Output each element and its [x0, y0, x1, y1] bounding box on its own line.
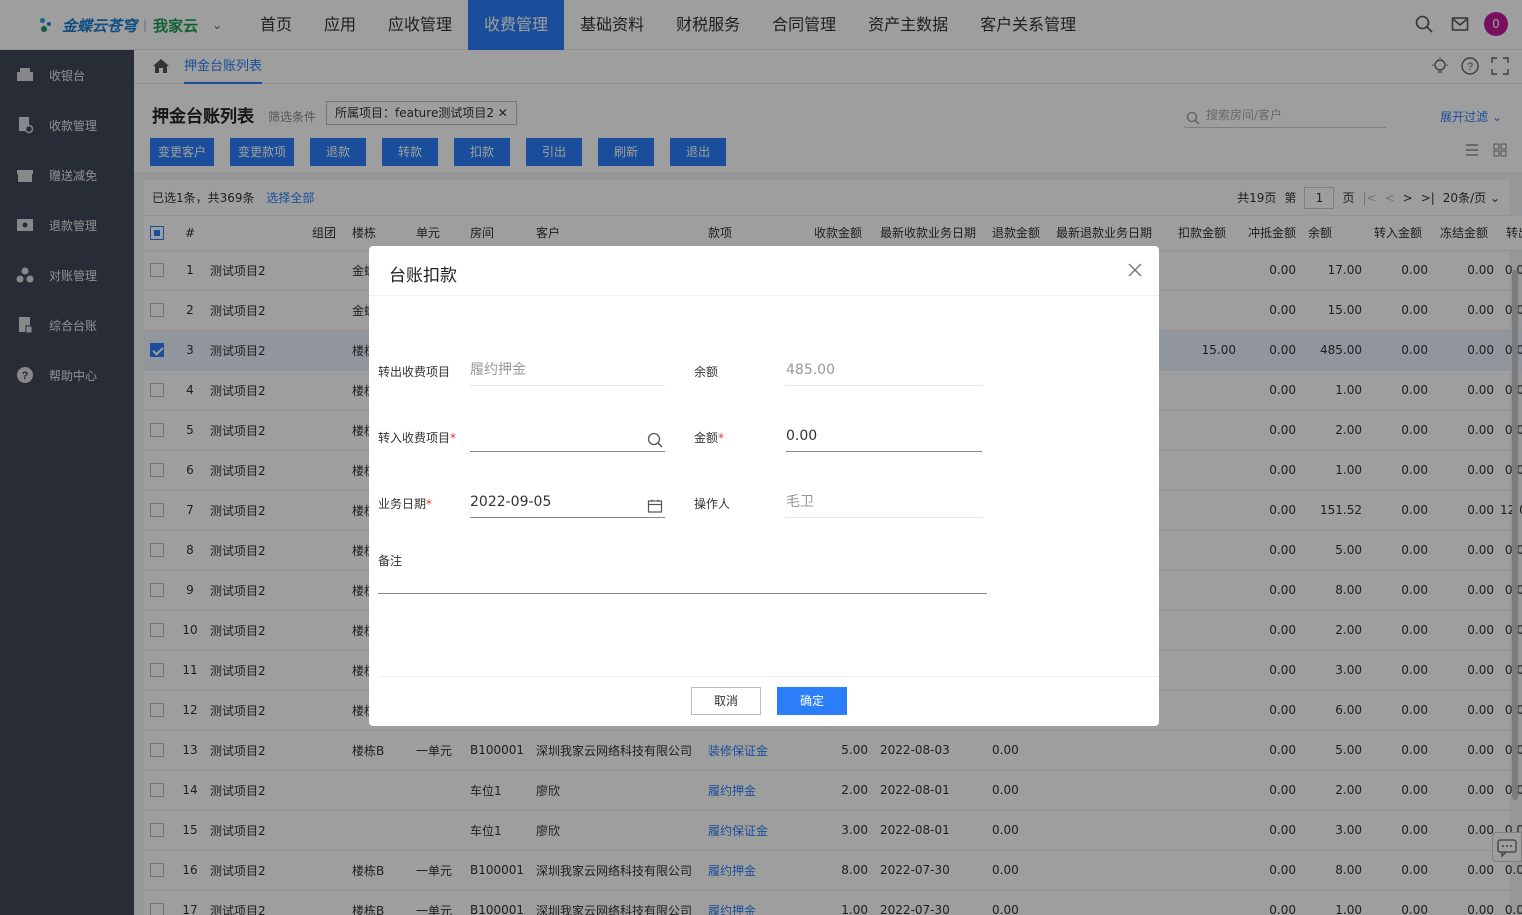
required-mark: * [718, 431, 725, 445]
required-mark: * [450, 431, 457, 445]
dialog-title: 台账扣款 [389, 266, 457, 286]
deduct-dialog: 台账扣款 转出收费项目 履约押金 余额 485.00 转入收费项目* 金额* 0… [369, 246, 1159, 726]
to-item-label-text: 转入收费项目 [378, 431, 451, 445]
cancel-button[interactable]: 取消 [691, 687, 761, 715]
date-label: 业务日期* [378, 495, 432, 512]
operator-field: 毛卫 [786, 486, 982, 518]
dialog-footer: 取消 确定 [379, 676, 1159, 726]
dialog-header: 台账扣款 [369, 246, 1159, 296]
calendar-icon[interactable] [647, 494, 663, 526]
confirm-button[interactable]: 确定 [777, 687, 847, 715]
balance-label: 余额 [694, 365, 719, 379]
from-item-field: 履约押金 [470, 354, 665, 386]
balance-field: 485.00 [786, 354, 982, 386]
to-item-label: 转入收费项目* [378, 429, 456, 446]
date-label-text: 业务日期 [378, 497, 427, 511]
amount-label-text: 金额 [694, 431, 719, 445]
date-value: 2022-09-05 [470, 494, 552, 510]
amount-input[interactable]: 0.00 [786, 420, 982, 452]
to-item-field[interactable] [470, 420, 665, 452]
amount-label: 金额* [694, 429, 724, 446]
required-mark: * [426, 497, 433, 511]
date-input[interactable]: 2022-09-05 [470, 486, 665, 518]
search-icon[interactable] [647, 428, 663, 460]
remark-input[interactable] [378, 562, 987, 594]
from-item-label: 转出收费项目 [378, 365, 451, 379]
operator-label: 操作人 [694, 497, 731, 511]
close-icon[interactable] [1127, 262, 1143, 281]
